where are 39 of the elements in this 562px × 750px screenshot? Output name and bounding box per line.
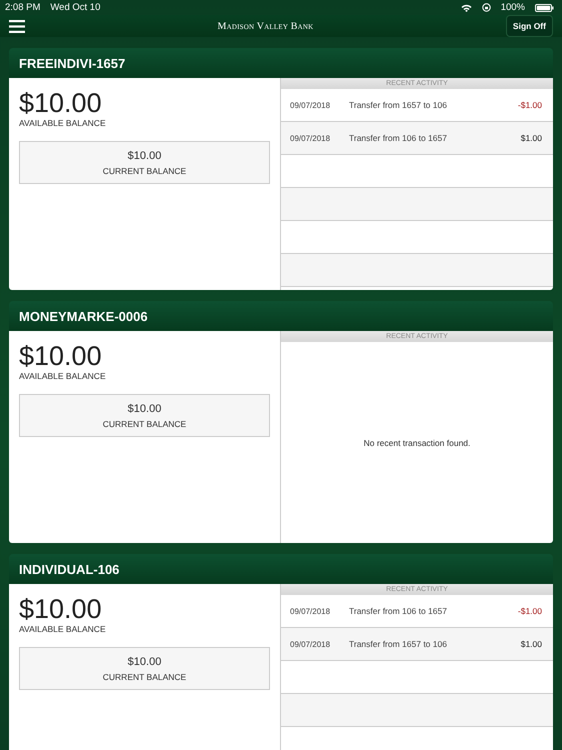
account-header[interactable]: INDIVIDUAL-106	[9, 554, 553, 584]
status-date: Wed Oct 10	[50, 2, 100, 13]
menu-icon[interactable]	[9, 20, 25, 32]
current-balance-label: CURRENT BALANCE	[102, 418, 186, 428]
current-balance-label: CURRENT BALANCE	[102, 166, 186, 176]
transaction-amount: -$1.00	[518, 606, 542, 616]
available-balance: $10.00	[19, 88, 103, 118]
transaction-amount: -$1.00	[518, 100, 542, 110]
available-balance: $10.00	[19, 594, 103, 624]
status-time: 2:08 PM	[5, 2, 40, 13]
current-balance: $10.00	[128, 402, 162, 414]
transaction-row[interactable]: 09/07/2018 Transfer from 1657 to 106 $1.00	[281, 628, 553, 661]
available-balance: $10.00	[19, 341, 103, 371]
current-balance: $10.00	[128, 150, 162, 162]
transaction-row[interactable]: 09/07/2018 Transfer from 106 to 1657 $1.00	[281, 122, 553, 155]
rotation-lock-icon	[482, 3, 491, 12]
transaction-amount: $1.00	[520, 639, 542, 649]
transaction-date: 09/07/2018	[290, 606, 332, 616]
available-balance-label: AVAILABLE BALANCE	[19, 624, 107, 634]
transaction-description: Transfer from 1657 to 106	[349, 639, 448, 649]
battery-icon	[535, 4, 554, 12]
transaction-date: 09/07/2018	[290, 100, 332, 110]
battery-percent: 100%	[500, 2, 525, 13]
transaction-description: Transfer from 106 to 1657	[349, 133, 448, 143]
sign-off-button[interactable]: Sign Off	[506, 15, 553, 37]
wifi-icon	[460, 4, 472, 12]
available-balance-label: AVAILABLE BALANCE	[19, 371, 107, 381]
transaction-date: 09/07/2018	[290, 640, 332, 648]
transaction-date: 09/07/2018	[290, 134, 332, 142]
transaction-description: Transfer from 106 to 1657	[349, 606, 448, 616]
account-header[interactable]: MONEYMARKE-0006	[9, 301, 553, 331]
bank-title: Madison Valley Bank	[217, 20, 314, 32]
current-balance-label: CURRENT BALANCE	[102, 672, 186, 682]
account-header[interactable]: FREEINDIVI-1657	[9, 48, 553, 78]
transaction-description: Transfer from 1657 to 106	[349, 100, 448, 110]
empty-message: No recent transaction found.	[364, 438, 470, 448]
current-balance: $10.00	[128, 656, 162, 668]
available-balance-label: AVAILABLE BALANCE	[19, 118, 107, 128]
transaction-amount: $1.00	[520, 133, 542, 143]
